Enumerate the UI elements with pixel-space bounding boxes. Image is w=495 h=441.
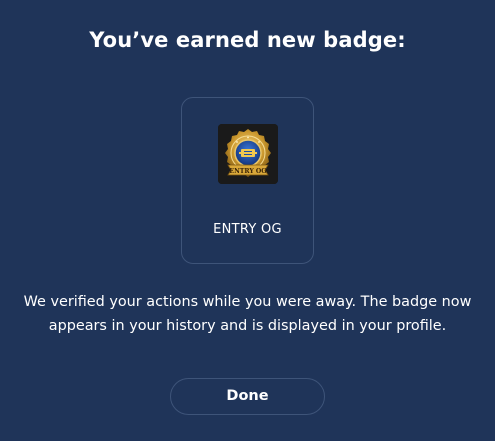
badge-description: We verified your actions while you were …: [23, 294, 472, 334]
badge-earned-modal: You’ve earned new badge: ENTRY OG ENTRY …: [0, 0, 495, 441]
entry-og-badge-icon: ENTRY OG: [218, 124, 278, 184]
svg-text:ENTRY OG: ENTRY OG: [229, 168, 266, 175]
done-button[interactable]: Done: [170, 378, 325, 415]
modal-title: You’ve earned new badge:: [89, 28, 406, 52]
badge-name: ENTRY OG: [213, 222, 282, 237]
badge-card: ENTRY OG ENTRY OG: [181, 97, 314, 264]
